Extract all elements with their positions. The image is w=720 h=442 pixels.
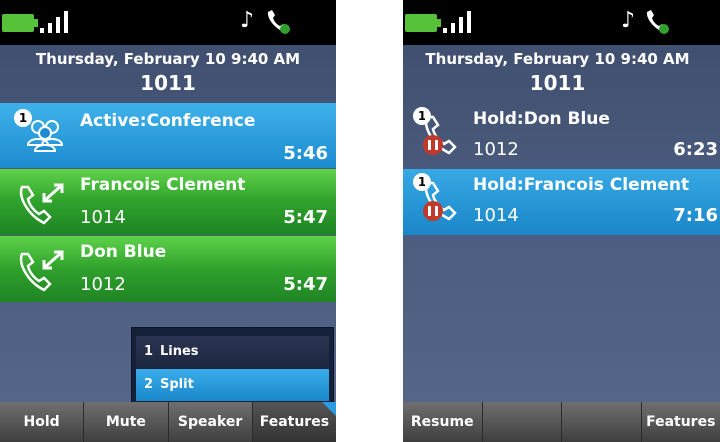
features-softkey[interactable]: Features (642, 402, 720, 442)
status-bar: ♪ (403, 0, 720, 45)
mute-softkey[interactable]: Mute (84, 402, 169, 442)
call-timer: 5:47 (283, 274, 328, 295)
hold-handset-icon (423, 115, 457, 155)
menu-item-number: 1 (144, 344, 154, 359)
music-note-icon: ♪ (621, 8, 636, 33)
call-timer: 7:16 (673, 205, 718, 226)
hold-handset-icon (423, 181, 457, 221)
call-number: 1012 (473, 139, 519, 160)
call-number: 1014 (473, 205, 519, 226)
call-title: Don Blue (80, 242, 167, 262)
handset-icon (646, 10, 669, 34)
features-menu: 1 Lines 2 Split (131, 327, 334, 404)
line-extension: 1011 (529, 71, 586, 95)
transfer-handset-icon (19, 250, 64, 292)
phone-screen-conference: ♪ Thursday, February 10 9:40 AM 1011 1 A… (0, 0, 336, 442)
softkey-bar: Resume Features (403, 402, 720, 442)
battery-icon (2, 14, 38, 32)
menu-item-number: 2 (144, 377, 154, 392)
conference-icon (26, 120, 64, 152)
call-row-francois-clement[interactable]: Francois Clement 1014 5:47 (0, 169, 336, 235)
call-row-hold-francois-clement[interactable]: 1 Hold:Francois Clement 1014 7:16 (403, 169, 720, 235)
menu-item-label: Split (160, 377, 194, 392)
call-title: Active:Conference (80, 111, 256, 131)
call-timer: 5:46 (283, 143, 328, 164)
music-note-icon: ♪ (240, 8, 255, 33)
phone-screen-hold: ♪ Thursday, February 10 9:40 AM 1011 1 H… (403, 0, 720, 442)
empty-softkey[interactable] (562, 402, 642, 442)
signal-icon (40, 11, 70, 33)
line-extension: 1011 (140, 71, 196, 95)
date-time: Thursday, February 10 9:40 AM (425, 50, 690, 68)
call-row-hold-don-blue[interactable]: 1 Hold:Don Blue 1012 6:23 (403, 103, 720, 167)
hold-softkey[interactable]: Hold (0, 402, 85, 442)
softkey-bar: Hold Mute Speaker Features (0, 402, 336, 442)
call-title: Francois Clement (80, 175, 246, 195)
menu-item-label: Lines (160, 344, 199, 359)
corner-indicator-icon (322, 402, 336, 416)
call-timer: 5:47 (283, 207, 328, 228)
call-timer: 6:23 (673, 139, 718, 160)
menu-item-lines[interactable]: 1 Lines (136, 336, 329, 368)
signal-icon (443, 11, 473, 33)
call-title: Hold:Don Blue (473, 109, 610, 129)
call-row-conference[interactable]: 1 Active:Conference 5:46 (0, 103, 336, 168)
call-number: 1014 (80, 207, 126, 228)
call-number: 1012 (80, 274, 126, 295)
handset-icon (267, 10, 290, 34)
empty-softkey[interactable] (483, 402, 562, 442)
call-title: Hold:Francois Clement (473, 175, 690, 195)
call-row-don-blue[interactable]: Don Blue 1012 5:47 (0, 236, 336, 302)
date-time: Thursday, February 10 9:40 AM (35, 50, 301, 68)
status-bar: ♪ (0, 0, 336, 45)
transfer-handset-icon (19, 183, 64, 225)
battery-icon (405, 14, 441, 32)
resume-softkey[interactable]: Resume (403, 402, 483, 442)
speaker-softkey[interactable]: Speaker (169, 402, 253, 442)
menu-item-split[interactable]: 2 Split (136, 369, 329, 401)
